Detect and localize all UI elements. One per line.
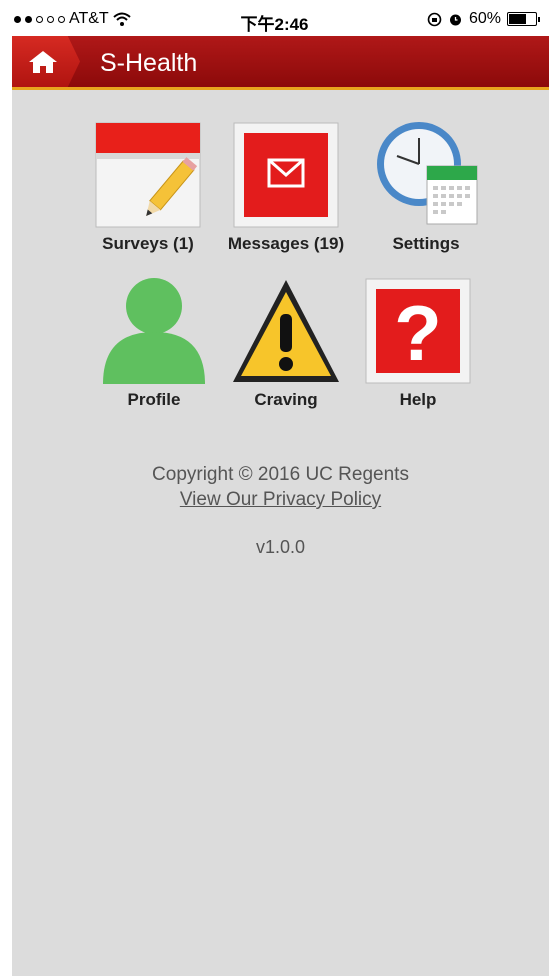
svg-text:?: ? [394,289,442,377]
home-button[interactable] [12,36,80,87]
home-icon [29,51,57,73]
warning-icon [231,276,341,386]
battery-icon [507,12,540,26]
app-header: S-Health [12,36,549,90]
privacy-policy-link[interactable]: View Our Privacy Policy [180,489,381,510]
status-right: 60% [427,10,540,28]
profile-tile[interactable]: Profile [89,276,219,410]
copyright-text: Copyright © 2016 UC Regents [152,464,409,485]
envelope-icon [231,120,341,230]
calendar-pencil-icon [93,120,203,230]
settings-label: Settings [392,234,460,253]
privacy-link-wrap: View Our Privacy Policy [12,489,549,511]
clock-calendar-icon [371,120,481,230]
app-title: S-Health [100,49,198,77]
main-area: Surveys (1) Messages (19) Settings Profi… [12,90,549,976]
settings-tile[interactable]: Settings [361,120,491,254]
messages-label: Messages (19) [227,234,345,253]
battery-percent: 60% [468,10,501,27]
help-tile[interactable]: ? Help [353,276,483,410]
help-label: Help [399,390,437,409]
status-bar: AT&T 下午2:46 60% [0,0,549,36]
person-icon [99,276,209,386]
question-icon: ? [363,276,473,386]
rotation-lock-icon [427,12,442,26]
profile-label: Profile [127,390,181,409]
alarm-icon [449,14,461,25]
messages-tile[interactable]: Messages (19) [221,120,351,254]
version-text: v1.0.0 [255,537,306,557]
craving-label: Craving [254,390,318,409]
surveys-label: Surveys (1) [102,234,194,253]
surveys-tile[interactable]: Surveys (1) [83,120,213,254]
craving-tile[interactable]: Craving [221,276,351,410]
